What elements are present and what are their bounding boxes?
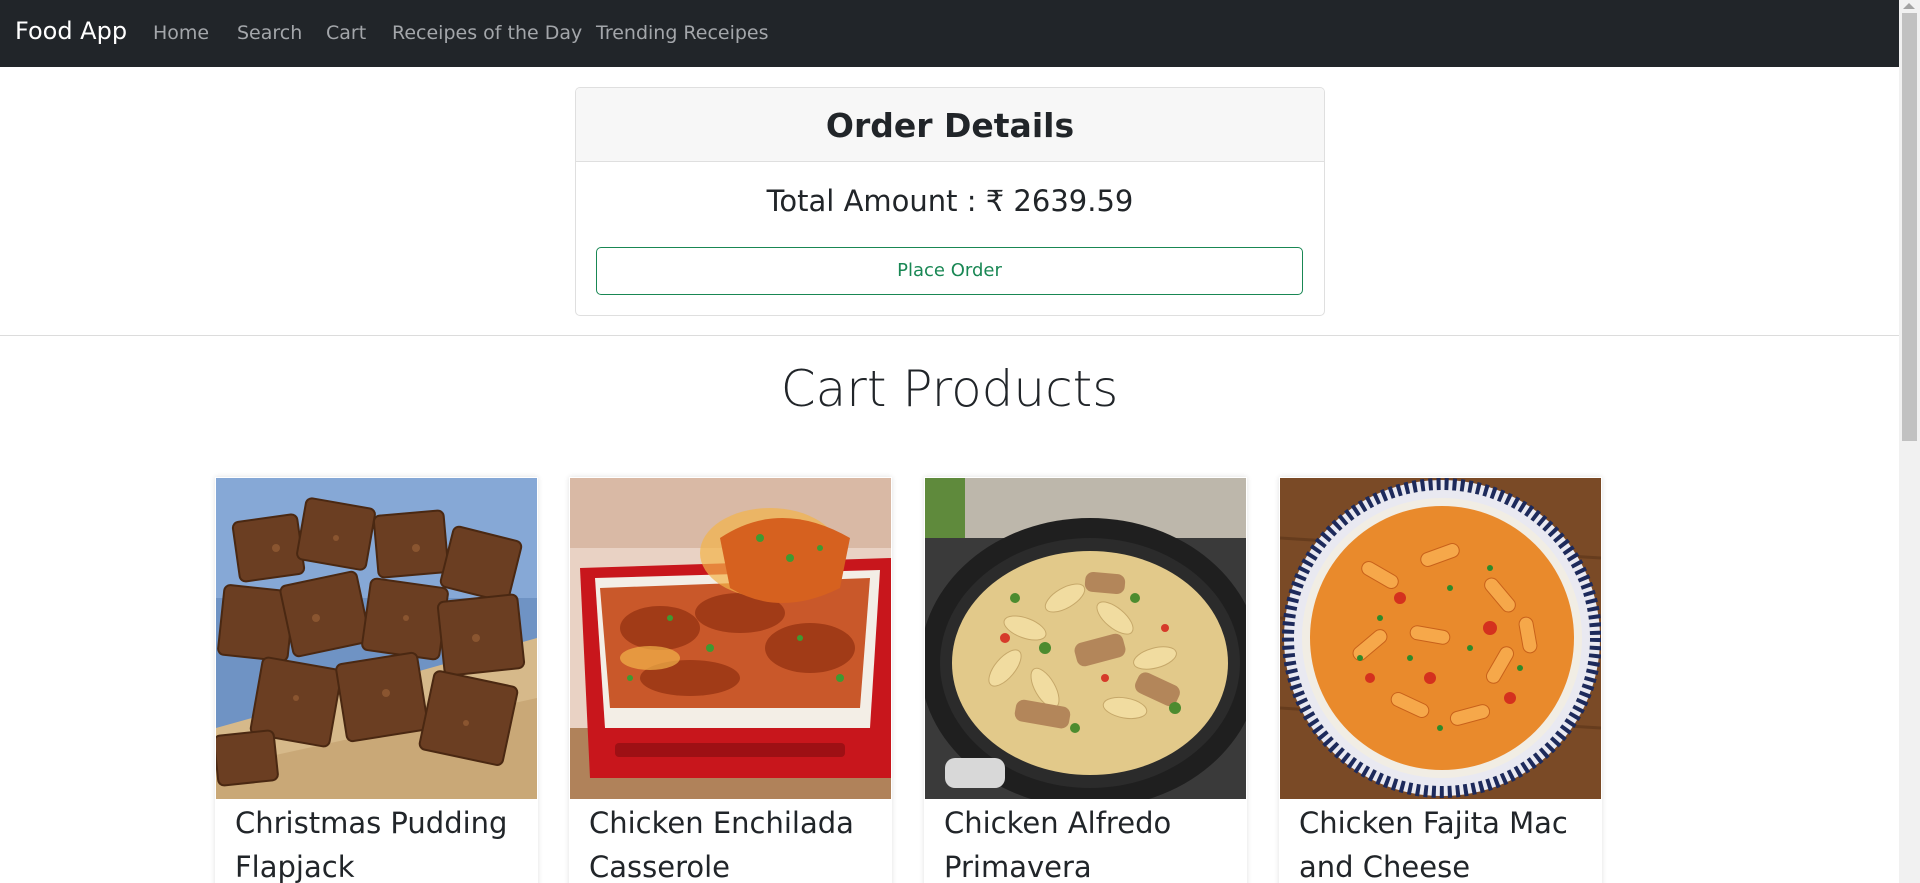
nav-link-recipes-of-the-day[interactable]: Receipes of the Day [392,22,582,44]
order-details-card: Order Details Total Amount : ₹ 2639.59 P… [575,87,1325,316]
product-name: Chicken Alfredo Primavera [944,806,1172,883]
product-card[interactable]: Chicken Fajita Mac and Cheese [1279,477,1602,883]
nav-link-cart[interactable]: Cart [326,22,366,44]
scroll-up-arrow-icon[interactable] [1903,3,1915,9]
order-details-header: Order Details [576,88,1324,162]
scrollbar-thumb[interactable] [1902,13,1917,441]
product-image [1280,478,1601,799]
product-name: Christmas Pudding Flapjack [235,806,508,883]
order-details-title: Order Details [825,106,1075,145]
product-name: Chicken Fajita Mac and Cheese [1299,806,1568,883]
product-name: Chicken Enchilada Casserole [589,806,854,883]
section-divider [0,335,1899,336]
product-card[interactable]: Christmas Pudding Flapjack [215,477,538,883]
product-image [216,478,537,799]
product-card[interactable]: Chicken Alfredo Primavera [924,477,1247,883]
nav-link-search[interactable]: Search [237,22,302,44]
brand-logo[interactable]: Food App [15,17,127,45]
navbar: Food App Home Search Cart Receipes of th… [0,0,1899,67]
product-image [570,478,891,799]
nav-link-home[interactable]: Home [153,22,209,44]
cart-products-title: Cart Products [780,360,1119,418]
place-order-button[interactable]: Place Order [596,247,1303,295]
product-card[interactable]: Chicken Enchilada Casserole [569,477,892,883]
product-image [925,478,1246,799]
total-amount: Total Amount : ₹ 2639.59 [766,184,1134,218]
nav-link-trending-recipes[interactable]: Trending Receipes [596,22,769,44]
